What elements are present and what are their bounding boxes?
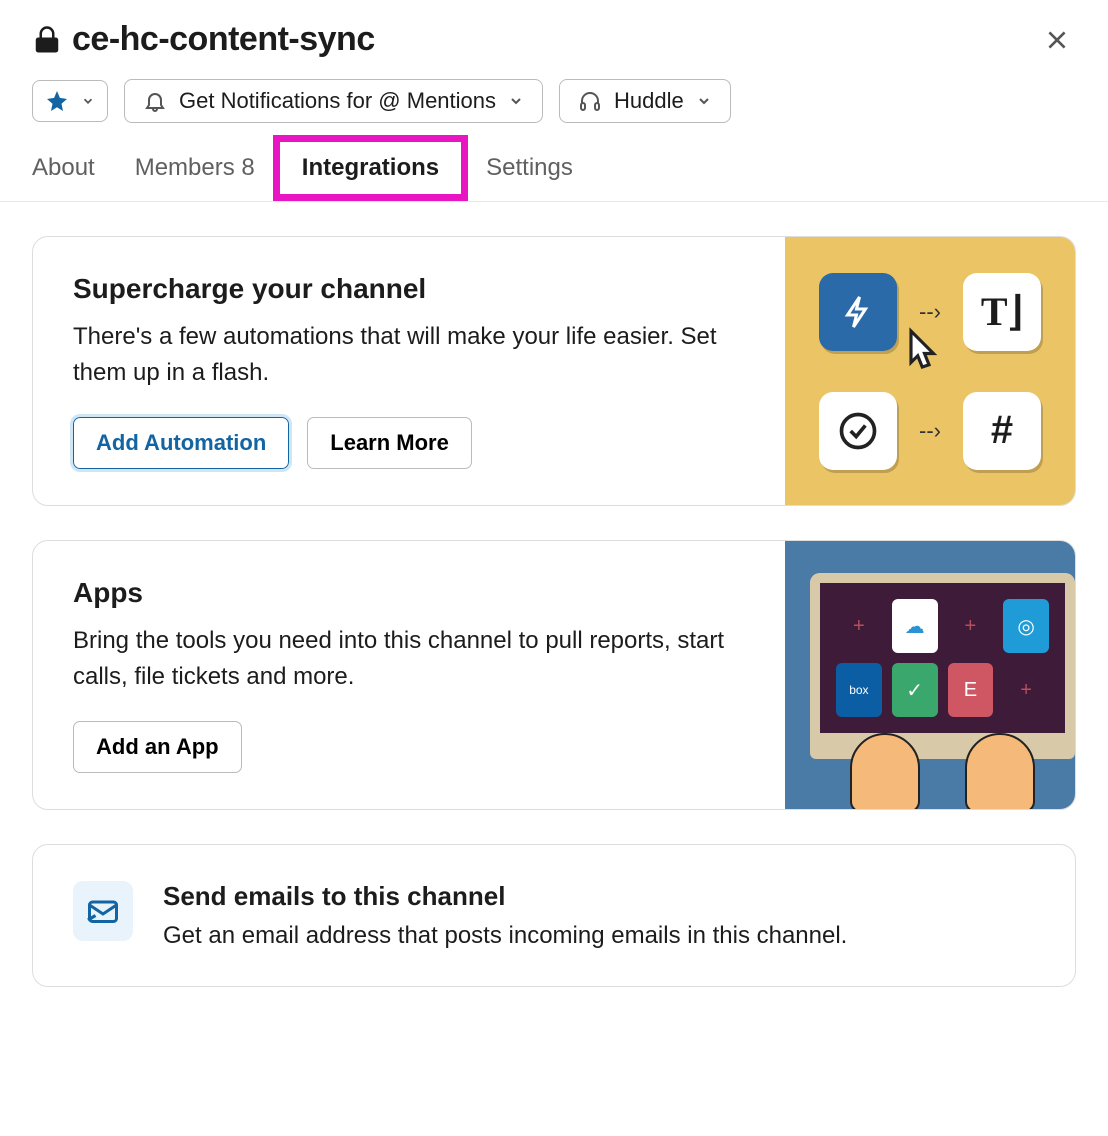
star-filled-icon bbox=[45, 89, 69, 113]
automation-card: Supercharge your channel There's a few a… bbox=[32, 236, 1076, 506]
check-circle-icon bbox=[819, 392, 897, 470]
notifications-label: Get Notifications for @ Mentions bbox=[179, 88, 496, 114]
tab-members-count: 8 bbox=[241, 154, 254, 181]
automation-illustration: --› T⌋ --› # bbox=[785, 237, 1075, 505]
email-card[interactable]: Send emails to this channel Get an email… bbox=[32, 844, 1076, 987]
hash-icon: # bbox=[963, 392, 1041, 470]
hand-illustration bbox=[965, 733, 1035, 810]
close-button[interactable] bbox=[1038, 21, 1076, 59]
apps-illustration: + ☁ + ◎ box ✓ E + bbox=[785, 541, 1075, 809]
automation-description: There's a few automations that will make… bbox=[73, 319, 745, 391]
bell-icon bbox=[143, 89, 167, 113]
plus-icon: + bbox=[948, 599, 994, 653]
channel-title-wrap: ce-hc-content-sync bbox=[32, 20, 375, 59]
app-tile-icon: ◎ bbox=[1003, 599, 1049, 653]
cloud-icon: ☁ bbox=[892, 599, 938, 653]
tab-members-label: Members bbox=[135, 154, 235, 181]
tab-integrations[interactable]: Integrations bbox=[273, 135, 468, 201]
learn-more-button[interactable]: Learn More bbox=[307, 417, 472, 469]
box-icon: box bbox=[836, 663, 882, 717]
email-icon bbox=[73, 881, 133, 941]
check-icon: ✓ bbox=[892, 663, 938, 717]
chevron-down-icon bbox=[508, 93, 524, 109]
lock-icon bbox=[32, 23, 62, 57]
apps-description: Bring the tools you need into this chann… bbox=[73, 623, 745, 695]
apps-title: Apps bbox=[73, 577, 745, 609]
add-app-button[interactable]: Add an App bbox=[73, 721, 242, 773]
app-tile-icon: E bbox=[948, 663, 994, 717]
tab-about[interactable]: About bbox=[32, 154, 95, 182]
email-title: Send emails to this channel bbox=[163, 881, 847, 912]
bolt-icon bbox=[819, 273, 897, 351]
notifications-button[interactable]: Get Notifications for @ Mentions bbox=[124, 79, 543, 123]
arrow-icon: --› bbox=[919, 418, 941, 444]
channel-name: ce-hc-content-sync bbox=[72, 20, 375, 59]
chevron-down-icon bbox=[81, 94, 95, 108]
huddle-button[interactable]: Huddle bbox=[559, 79, 731, 123]
headphones-icon bbox=[578, 89, 602, 113]
tab-settings[interactable]: Settings bbox=[486, 154, 573, 182]
chevron-down-icon bbox=[696, 93, 712, 109]
apps-card: Apps Bring the tools you need into this … bbox=[32, 540, 1076, 810]
star-button[interactable] bbox=[32, 80, 108, 122]
email-description: Get an email address that posts incoming… bbox=[163, 922, 847, 950]
arrow-icon: --› bbox=[919, 299, 941, 325]
add-automation-button[interactable]: Add Automation bbox=[73, 417, 289, 469]
plus-icon: + bbox=[836, 599, 882, 653]
tab-members[interactable]: Members 8 bbox=[135, 154, 255, 182]
text-icon: T⌋ bbox=[963, 273, 1041, 351]
automation-title: Supercharge your channel bbox=[73, 273, 745, 305]
hand-illustration bbox=[850, 733, 920, 810]
huddle-label: Huddle bbox=[614, 88, 684, 114]
plus-icon: + bbox=[1003, 663, 1049, 717]
